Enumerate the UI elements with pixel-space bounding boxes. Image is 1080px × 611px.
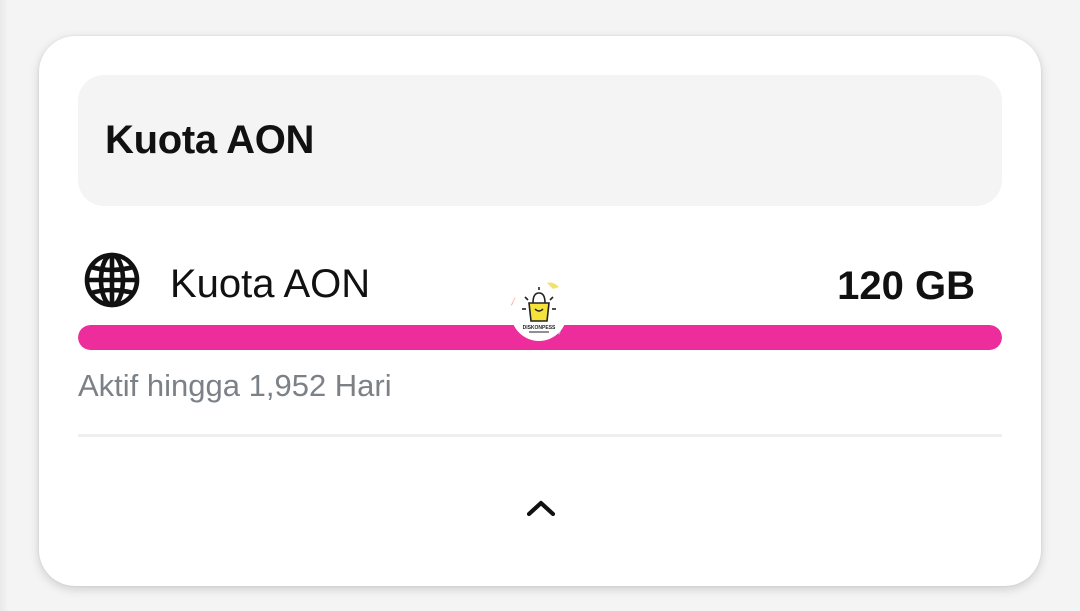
chevron-up-icon bbox=[526, 500, 556, 517]
quota-card: Kuota AON Kuota AON 120 GB DISKONPESS Ak… bbox=[39, 36, 1041, 586]
quota-label: Kuota AON bbox=[170, 262, 371, 306]
page-edge bbox=[0, 0, 8, 611]
watermark-text: DISKONPESS bbox=[523, 325, 556, 331]
globe-icon bbox=[84, 252, 140, 308]
quota-value: 120 GB bbox=[837, 264, 975, 308]
card-title: Kuota AON bbox=[105, 118, 315, 162]
collapse-button[interactable] bbox=[518, 488, 564, 528]
divider bbox=[78, 434, 1002, 437]
quota-expiry: Aktif hingga 1,952 Hari bbox=[78, 368, 392, 403]
card-header: Kuota AON bbox=[78, 75, 1002, 206]
watermark-logo: DISKONPESS bbox=[511, 282, 567, 341]
